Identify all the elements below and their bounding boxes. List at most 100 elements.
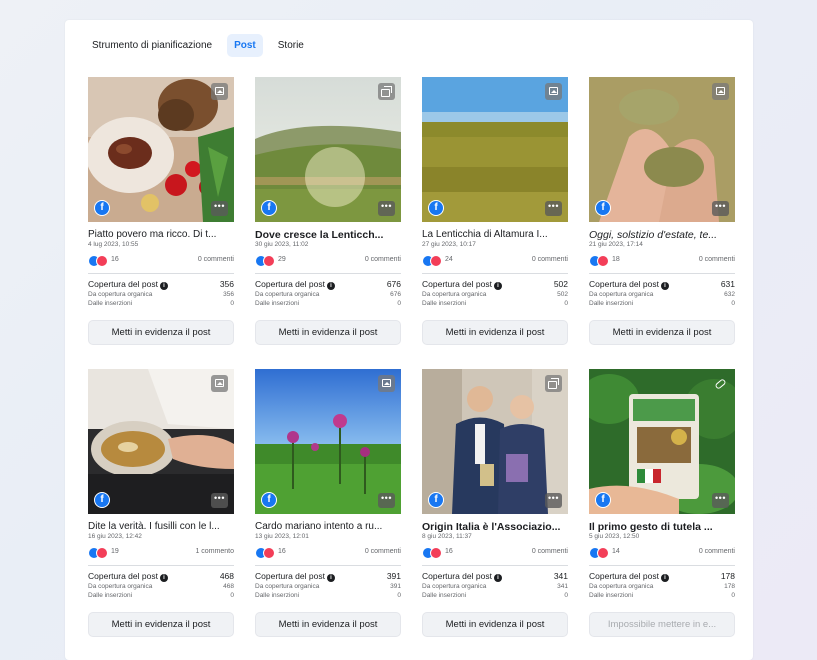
post-thumbnail[interactable]: f ••• bbox=[589, 77, 735, 222]
info-icon[interactable]: i bbox=[493, 574, 502, 582]
post-date: 27 giu 2023, 10:17 bbox=[422, 241, 476, 248]
boost-post-button[interactable]: Metti in evidenza il post bbox=[589, 320, 735, 345]
reactions-count[interactable]: 24 bbox=[445, 256, 453, 263]
facebook-icon: f bbox=[261, 200, 277, 216]
reaction-icons bbox=[589, 255, 609, 267]
reaction-icons bbox=[422, 255, 442, 267]
post-thumbnail[interactable]: f ••• bbox=[422, 369, 568, 514]
post-thumbnail[interactable]: f ••• bbox=[88, 77, 234, 222]
reach-label: Copertura del post bbox=[255, 571, 325, 581]
more-options-icon[interactable]: ••• bbox=[211, 493, 228, 508]
post-thumbnail[interactable]: f ••• bbox=[255, 77, 401, 222]
divider bbox=[88, 565, 234, 566]
info-icon[interactable]: i bbox=[159, 282, 168, 290]
info-icon[interactable]: i bbox=[660, 282, 669, 290]
post-title[interactable]: Dove cresce la Lenticch... bbox=[255, 229, 401, 241]
boost-post-button[interactable]: Metti in evidenza il post bbox=[255, 612, 401, 637]
more-options-icon[interactable]: ••• bbox=[545, 493, 562, 508]
tab-posts[interactable]: Post bbox=[227, 34, 263, 57]
boost-post-button[interactable]: Metti in evidenza il post bbox=[422, 320, 568, 345]
comments-count[interactable]: 0 commenti bbox=[699, 256, 735, 263]
organic-value: 468 bbox=[223, 583, 234, 590]
reactions-count[interactable]: 16 bbox=[111, 256, 119, 263]
reactions-count[interactable]: 16 bbox=[278, 548, 286, 555]
more-options-icon[interactable]: ••• bbox=[378, 201, 395, 216]
love-icon bbox=[430, 547, 442, 559]
comments-count[interactable]: 0 commenti bbox=[532, 548, 568, 555]
reach-value: 631 bbox=[720, 279, 735, 289]
love-icon bbox=[96, 547, 108, 559]
ads-label: Dalle inserzioni bbox=[422, 592, 467, 599]
post-card[interactable]: f ••• La Lenticchia di Altamura I... 27 … bbox=[422, 77, 568, 345]
organic-value: 391 bbox=[390, 583, 401, 590]
post-thumbnail[interactable]: f ••• bbox=[88, 369, 234, 514]
post-thumbnail[interactable]: f ••• bbox=[255, 369, 401, 514]
comments-count[interactable]: 0 commenti bbox=[365, 548, 401, 555]
reach-label: Copertura del post bbox=[422, 279, 492, 289]
reactions-count[interactable]: 16 bbox=[445, 548, 453, 555]
love-icon bbox=[430, 255, 442, 267]
divider bbox=[589, 273, 735, 274]
info-icon[interactable]: i bbox=[159, 574, 168, 582]
post-title[interactable]: Cardo mariano intento a ru... bbox=[255, 521, 401, 532]
boost-post-button[interactable]: Metti in evidenza il post bbox=[88, 612, 234, 637]
facebook-icon: f bbox=[94, 492, 110, 508]
post-title[interactable]: Piatto povero ma ricco. Di t... bbox=[88, 229, 234, 240]
comments-count[interactable]: 0 commenti bbox=[365, 256, 401, 263]
reactions-count[interactable]: 18 bbox=[612, 256, 620, 263]
reactions-count[interactable]: 19 bbox=[111, 548, 119, 555]
ads-label: Dalle inserzioni bbox=[589, 300, 634, 307]
boost-post-button[interactable]: Metti in evidenza il post bbox=[422, 612, 568, 637]
info-icon[interactable]: i bbox=[326, 574, 335, 582]
boost-post-button[interactable]: Metti in evidenza il post bbox=[88, 320, 234, 345]
comments-count[interactable]: 0 commenti bbox=[699, 548, 735, 555]
post-title[interactable]: Il primo gesto di tutela ... bbox=[589, 521, 735, 533]
comments-count[interactable]: 1 commento bbox=[195, 548, 234, 555]
organic-label: Da copertura organica bbox=[422, 291, 487, 298]
link-icon bbox=[712, 375, 729, 392]
post-card[interactable]: f ••• Il primo gesto di tutela ... 5 giu… bbox=[589, 369, 735, 637]
post-card[interactable]: f ••• Piatto povero ma ricco. Di t... 4 … bbox=[88, 77, 234, 345]
post-title[interactable]: Oggi, solstizio d'estate, te... bbox=[589, 229, 735, 241]
more-options-icon[interactable]: ••• bbox=[211, 201, 228, 216]
post-card[interactable]: f ••• Dite la verità. I fusilli con le l… bbox=[88, 369, 234, 637]
love-icon bbox=[263, 547, 275, 559]
reach-value: 178 bbox=[720, 571, 735, 581]
facebook-icon: f bbox=[94, 200, 110, 216]
comments-count[interactable]: 0 commenti bbox=[532, 256, 568, 263]
boost-post-button[interactable]: Metti in evidenza il post bbox=[255, 320, 401, 345]
post-card[interactable]: f ••• Oggi, solstizio d'estate, te... 21… bbox=[589, 77, 735, 345]
ads-value: 0 bbox=[397, 300, 401, 307]
divider bbox=[255, 273, 401, 274]
info-icon[interactable]: i bbox=[493, 282, 502, 290]
post-title[interactable]: La Lenticchia di Altamura I... bbox=[422, 229, 568, 240]
info-icon[interactable]: i bbox=[660, 574, 669, 582]
divider bbox=[589, 565, 735, 566]
more-options-icon[interactable]: ••• bbox=[712, 201, 729, 216]
reactions-row: 16 0 commenti bbox=[255, 547, 401, 559]
info-icon[interactable]: i bbox=[326, 282, 335, 290]
facebook-icon: f bbox=[595, 200, 611, 216]
post-card[interactable]: f ••• Cardo mariano intento a ru... 13 g… bbox=[255, 369, 401, 637]
comments-count[interactable]: 0 commenti bbox=[198, 256, 234, 263]
post-title[interactable]: Origin Italia è l'Associazio... bbox=[422, 521, 568, 533]
reach-label: Copertura del post bbox=[88, 571, 158, 581]
ads-value: 0 bbox=[230, 300, 234, 307]
post-thumbnail[interactable]: f ••• bbox=[422, 77, 568, 222]
post-thumbnail[interactable]: f ••• bbox=[589, 369, 735, 514]
reactions-count[interactable]: 14 bbox=[612, 548, 620, 555]
reactions-row: 19 1 commento bbox=[88, 547, 234, 559]
more-options-icon[interactable]: ••• bbox=[712, 493, 729, 508]
ads-value: 0 bbox=[731, 592, 735, 599]
reactions-count[interactable]: 29 bbox=[278, 256, 286, 263]
tab-planning-tool[interactable]: Strumento di pianificazione bbox=[85, 34, 219, 57]
facebook-icon: f bbox=[261, 492, 277, 508]
post-card[interactable]: f ••• Origin Italia è l'Associazio... 8 … bbox=[422, 369, 568, 637]
organic-label: Da copertura organica bbox=[422, 583, 487, 590]
post-title[interactable]: Dite la verità. I fusilli con le l... bbox=[88, 521, 234, 532]
more-options-icon[interactable]: ••• bbox=[545, 201, 562, 216]
post-date: 4 lug 2023, 10:55 bbox=[88, 241, 139, 248]
tab-stories[interactable]: Storie bbox=[271, 34, 311, 57]
more-options-icon[interactable]: ••• bbox=[378, 493, 395, 508]
post-card[interactable]: f ••• Dove cresce la Lenticch... 30 giu … bbox=[255, 77, 401, 345]
